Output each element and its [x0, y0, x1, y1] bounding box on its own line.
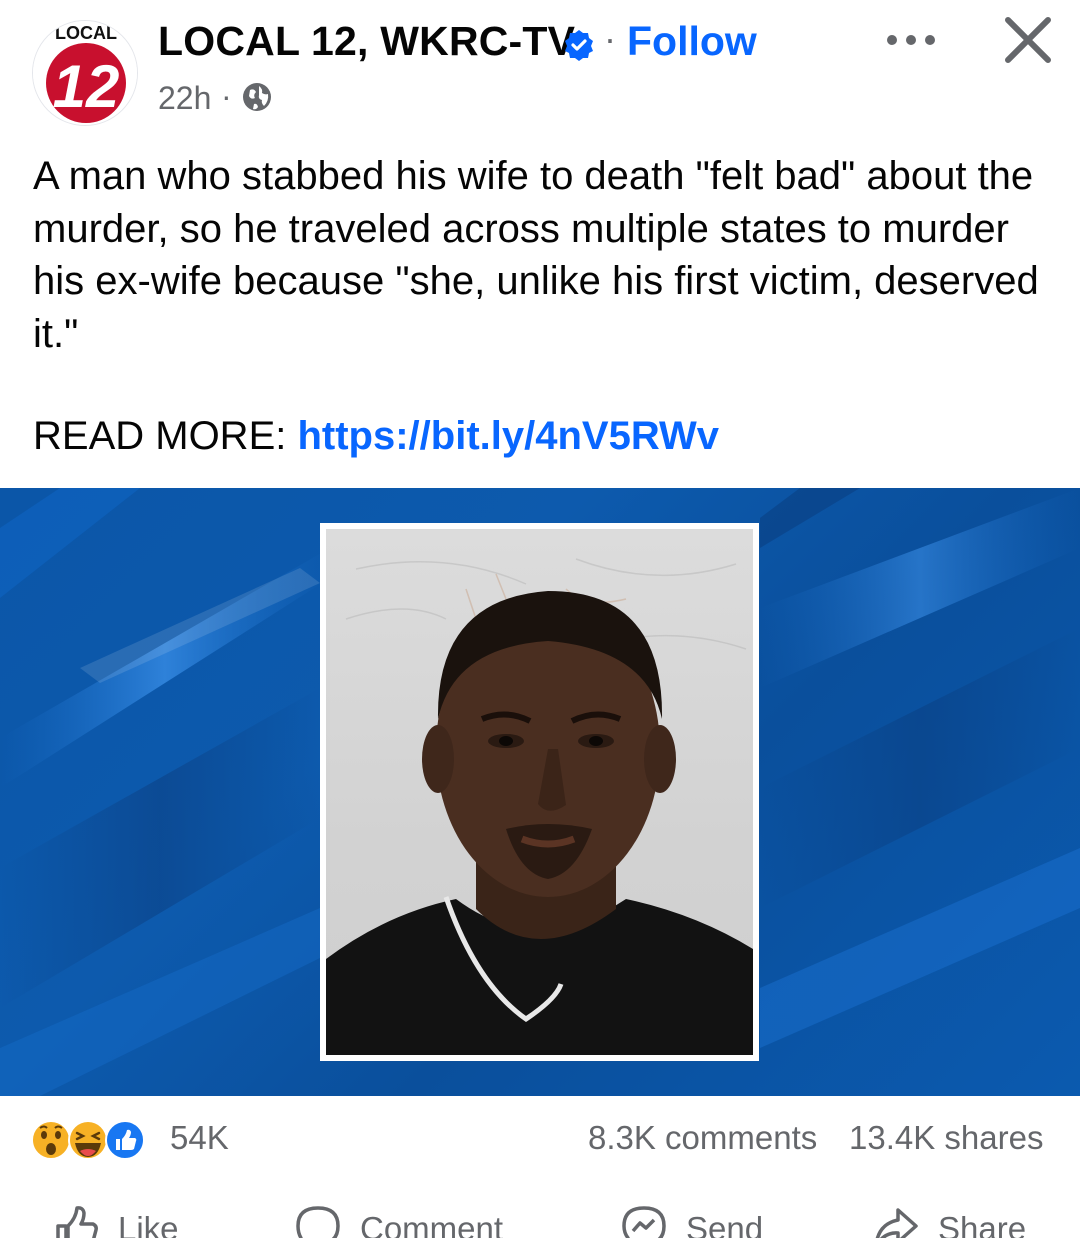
thumbs-up-icon — [56, 1206, 98, 1238]
globe-icon — [243, 83, 271, 111]
read-more-label: READ MORE: — [33, 414, 298, 458]
send-label: Send — [686, 1210, 764, 1238]
share-label: Share — [938, 1210, 1027, 1238]
page-avatar[interactable]: LOCAL 12 — [32, 20, 138, 126]
follow-separator: · — [604, 18, 616, 59]
close-icon[interactable] — [1002, 14, 1054, 66]
comment-button[interactable]: Comment — [294, 1204, 534, 1238]
verified-badge-icon — [565, 30, 593, 61]
reactions-bar: 54K 8.3K comments 13.4K shares — [0, 1097, 1080, 1187]
follow-button[interactable]: Follow — [627, 18, 757, 65]
logo-number-text: 12 — [53, 53, 120, 120]
mugshot-figure — [326, 558, 753, 1055]
time-separator: · — [221, 78, 232, 114]
read-more-line: READ MORE: https://bit.ly/4nV5RWv — [33, 414, 719, 459]
mugshot-frame — [320, 523, 759, 1061]
like-icon — [105, 1120, 145, 1160]
like-button[interactable]: Like — [52, 1204, 212, 1238]
send-button[interactable]: Send — [620, 1204, 780, 1238]
shares-count[interactable]: 13.4K shares — [849, 1119, 1043, 1157]
comment-label: Comment — [360, 1210, 504, 1238]
comment-icon — [296, 1206, 340, 1238]
mugshot-photo — [326, 529, 753, 1055]
article-link[interactable]: https://bit.ly/4nV5RWv — [297, 414, 719, 458]
page-name[interactable]: LOCAL 12, WKRC-TV — [158, 18, 575, 65]
post-image[interactable] — [0, 488, 1080, 1096]
like-label: Like — [118, 1210, 179, 1238]
more-options-icon[interactable] — [884, 22, 940, 58]
reaction-icons[interactable] — [30, 1119, 160, 1161]
share-icon — [875, 1208, 918, 1238]
comments-count[interactable]: 8.3K comments — [588, 1119, 817, 1157]
share-button[interactable]: Share — [872, 1204, 1042, 1238]
post-text: A man who stabbed his wife to death "fel… — [33, 154, 1039, 356]
wow-icon — [31, 1120, 71, 1160]
post-actions: Like Comment Send Share — [0, 1190, 1080, 1238]
post-header: LOCAL 12 LOCAL 12, WKRC-TV · Follow 22h … — [0, 0, 1080, 130]
haha-icon — [68, 1120, 108, 1160]
reaction-count[interactable]: 54K — [170, 1119, 229, 1157]
logo-local-text: LOCAL — [55, 23, 117, 43]
local12-logo: LOCAL 12 — [33, 21, 137, 125]
post-time[interactable]: 22h — [158, 80, 211, 117]
messenger-icon — [622, 1206, 666, 1238]
